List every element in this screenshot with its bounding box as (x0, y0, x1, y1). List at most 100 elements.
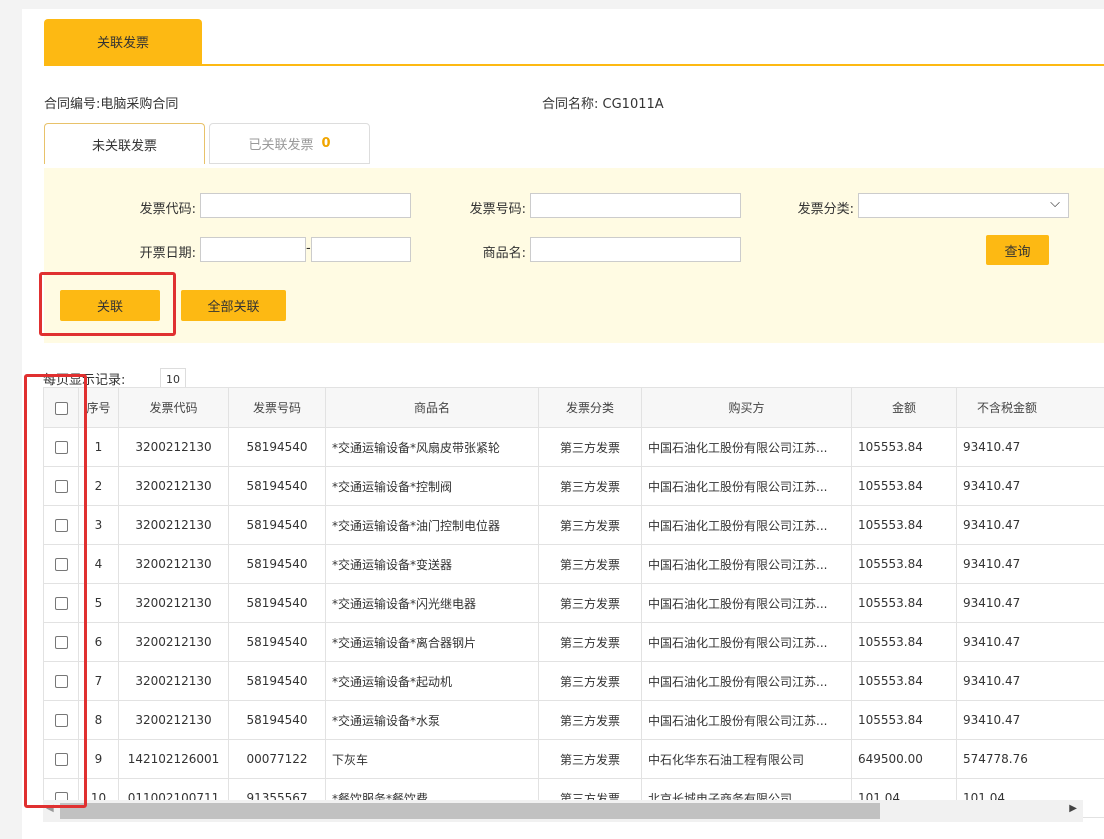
tab-linked-label: 已关联发票 (248, 138, 314, 153)
row-invoice-number: 00077122 (228, 739, 326, 779)
row-invoice-category: 第三方发票 (538, 700, 642, 740)
row-invoice-category: 第三方发票 (538, 466, 642, 506)
invoice-link-page: 关联发票 合同编号:电脑采购合同 合同名称: CG1011A 未关联发票 已关联… (22, 9, 1104, 839)
row-invoice-number: 58194540 (228, 427, 326, 467)
row-buyer: 中国石油化工股份有限公司江苏... (641, 466, 852, 506)
row-buyer: 中国石油化工股份有限公司江苏... (641, 661, 852, 701)
row-invoice-code-link[interactable]: 3200212130 (118, 544, 229, 584)
row-product-name: *交通运输设备*水泵 (325, 700, 539, 740)
row-amount: 649500.00 (851, 739, 957, 779)
row-invoice-number: 58194540 (228, 466, 326, 506)
row-net-amount: 93410.47 (956, 544, 1104, 584)
row-amount: 105553.84 (851, 544, 957, 584)
scroll-right-arrow-icon[interactable]: ▶ (1069, 803, 1077, 814)
date-separator: - (306, 241, 311, 256)
row-buyer: 中国石油化工股份有限公司江苏... (641, 427, 852, 467)
scrollbar-thumb[interactable] (60, 803, 880, 819)
row-amount: 105553.84 (851, 466, 957, 506)
table-row: 8 3200212130 58194540 *交通运输设备*水泵 第三方发票 中… (43, 700, 1104, 740)
row-invoice-category: 第三方发票 (538, 622, 642, 662)
row-invoice-code-link[interactable]: 3200212130 (118, 661, 229, 701)
header-invoice-number: 发票号码 (228, 387, 326, 428)
table-row: 6 3200212130 58194540 *交通运输设备*离合器钢片 第三方发… (43, 622, 1104, 662)
table-row: 2 3200212130 58194540 *交通运输设备*控制阀 第三方发票 … (43, 466, 1104, 506)
row-invoice-code-link[interactable]: 3200212130 (118, 583, 229, 623)
issue-date-label: 开票日期: (139, 246, 196, 261)
table-row: 3 3200212130 58194540 *交通运输设备*油门控制电位器 第三… (43, 505, 1104, 545)
table-row: 5 3200212130 58194540 *交通运输设备*闪光继电器 第三方发… (43, 583, 1104, 623)
contract-number-label: 合同编号: (44, 97, 101, 112)
issue-date-start-input[interactable] (200, 237, 306, 262)
row-product-name: *交通运输设备*变送器 (325, 544, 539, 584)
invoice-category-label: 发票分类: (797, 202, 854, 217)
row-invoice-number: 58194540 (228, 505, 326, 545)
header-buyer: 购买方 (641, 387, 852, 428)
header-net-amount: 不含税金额 (956, 387, 1104, 428)
row-buyer: 中国石油化工股份有限公司江苏... (641, 544, 852, 584)
row-invoice-category: 第三方发票 (538, 583, 642, 623)
tab-unlinked-invoices[interactable]: 未关联发票 (44, 123, 205, 164)
row-amount: 105553.84 (851, 661, 957, 701)
row-product-name: *交通运输设备*油门控制电位器 (325, 505, 539, 545)
row-net-amount: 93410.47 (956, 700, 1104, 740)
tab-unlinked-label: 未关联发票 (91, 138, 157, 154)
invoice-category-select[interactable]: ⌵ (858, 193, 1069, 218)
invoice-table: 序号 发票代码 发票号码 商品名 发票分类 购买方 金额 不含税金额 1 320… (43, 387, 1104, 818)
query-button[interactable]: 查询 (986, 235, 1049, 265)
tab-linked-invoices[interactable]: 已关联发票 0 (209, 123, 370, 164)
contract-name-label: 合同名称: (542, 97, 599, 112)
row-invoice-code-link[interactable]: 3200212130 (118, 466, 229, 506)
table-header-row: 序号 发票代码 发票号码 商品名 发票分类 购买方 金额 不含税金额 (43, 387, 1104, 428)
row-product-name: 下灰车 (325, 739, 539, 779)
row-net-amount: 93410.47 (956, 505, 1104, 545)
header-invoice-category: 发票分类 (538, 387, 642, 428)
row-amount: 105553.84 (851, 622, 957, 662)
chevron-down-icon: ⌵ (1050, 196, 1060, 211)
row-net-amount: 93410.47 (956, 661, 1104, 701)
table-row: 9 142102126001 00077122 下灰车 第三方发票 中石化华东石… (43, 739, 1104, 779)
row-buyer: 中石化华东石油工程有限公司 (641, 739, 852, 779)
row-invoice-category: 第三方发票 (538, 505, 642, 545)
contract-number-value: 电脑采购合同 (100, 97, 179, 112)
invoice-code-label: 发票代码: (139, 202, 196, 217)
row-buyer: 中国石油化工股份有限公司江苏... (641, 700, 852, 740)
highlight-link-button (39, 272, 176, 336)
row-invoice-number: 58194540 (228, 583, 326, 623)
invoice-code-input[interactable] (200, 193, 411, 218)
header-invoice-code: 发票代码 (118, 387, 229, 428)
row-net-amount: 93410.47 (956, 427, 1104, 467)
row-invoice-number: 58194540 (228, 622, 326, 662)
row-invoice-code-link[interactable]: 3200212130 (118, 505, 229, 545)
contract-number: 合同编号:电脑采购合同 (44, 93, 178, 112)
highlight-checkbox-column (24, 374, 87, 808)
link-all-button[interactable]: 全部关联 (181, 290, 286, 321)
row-buyer: 中国石油化工股份有限公司江苏... (641, 622, 852, 662)
row-invoice-category: 第三方发票 (538, 544, 642, 584)
row-product-name: *交通运输设备*风扇皮带张紧轮 (325, 427, 539, 467)
invoice-number-label: 发票号码: (469, 202, 526, 217)
row-net-amount: 93410.47 (956, 583, 1104, 623)
tab-link-invoice[interactable]: 关联发票 (44, 19, 202, 64)
row-product-name: *交通运输设备*起动机 (325, 661, 539, 701)
table-row: 7 3200212130 58194540 *交通运输设备*起动机 第三方发票 … (43, 661, 1104, 701)
header-amount: 金额 (851, 387, 957, 428)
row-invoice-category: 第三方发票 (538, 739, 642, 779)
row-invoice-number: 58194540 (228, 544, 326, 584)
table-row: 4 3200212130 58194540 *交通运输设备*变送器 第三方发票 … (43, 544, 1104, 584)
row-invoice-code-link[interactable]: 3200212130 (118, 427, 229, 467)
linked-count-badge: 0 (321, 136, 331, 151)
row-product-name: *交通运输设备*控制阀 (325, 466, 539, 506)
issue-date-end-input[interactable] (311, 237, 411, 262)
row-invoice-code-link[interactable]: 3200212130 (118, 700, 229, 740)
invoice-number-input[interactable] (530, 193, 741, 218)
row-invoice-number: 58194540 (228, 700, 326, 740)
horizontal-scrollbar[interactable]: ◀ ▶ (43, 800, 1083, 822)
row-buyer: 中国石油化工股份有限公司江苏... (641, 505, 852, 545)
row-invoice-code-link[interactable]: 3200212130 (118, 622, 229, 662)
row-invoice-category: 第三方发票 (538, 427, 642, 467)
row-buyer: 中国石油化工股份有限公司江苏... (641, 583, 852, 623)
row-invoice-category: 第三方发票 (538, 661, 642, 701)
row-invoice-code-link[interactable]: 142102126001 (118, 739, 229, 779)
product-name-input[interactable] (530, 237, 741, 262)
row-net-amount: 93410.47 (956, 466, 1104, 506)
